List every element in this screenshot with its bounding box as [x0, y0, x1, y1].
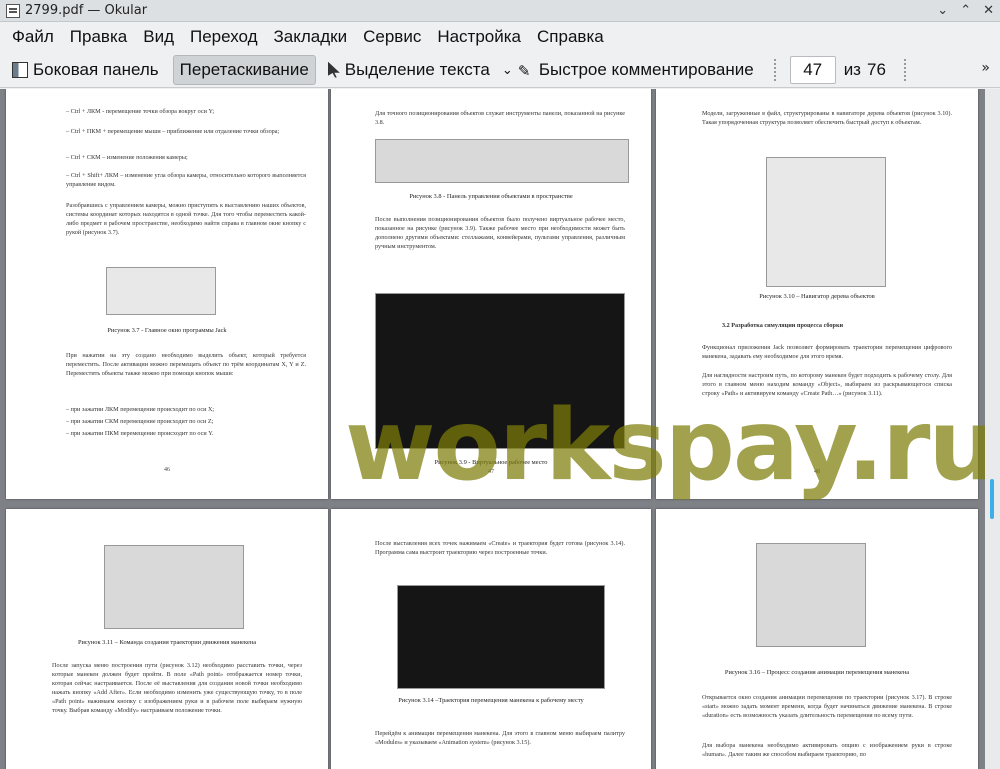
page-text: – Ctrl + ЛКМ - перемещение точки обзора … — [66, 108, 215, 115]
pdf-page-51: Рисунок 3.16 – Процесс создания анимации… — [656, 509, 978, 769]
pdf-page-50: После выставления всех точек нажимаем «C… — [331, 509, 651, 769]
figure-mannequin-path — [397, 585, 605, 689]
page-text: Для наглядности настроим путь, по которо… — [702, 372, 952, 397]
figure-caption: Рисунок 3.10 – Навигатор дерева объектов — [759, 293, 875, 300]
figure-caption: Рисунок 3.11 – Команда создания траектор… — [77, 639, 257, 646]
page-text: – при зажатии СКМ перемещение происходит… — [66, 418, 214, 425]
section-heading: 3.2 Разработка симуляции процесса сборки — [722, 322, 844, 329]
page-total-label: 76 — [866, 59, 886, 79]
figure-caption: Рисунок 3.16 – Процесс создания анимации… — [724, 669, 910, 676]
maximize-button[interactable]: ⌃ — [960, 3, 971, 18]
window-title: 2799.pdf — Okular — [25, 3, 148, 18]
figure-virtual-workplace — [375, 293, 625, 449]
page-text: Разобравшись с управлением камеры, можно… — [66, 202, 306, 236]
menu-edit[interactable]: Правка — [62, 27, 135, 47]
sidebar-toggle-button[interactable]: Боковая панель — [6, 55, 165, 85]
page-text: Модели, загруженные в файл, структуриров… — [702, 110, 952, 126]
figure-object-tree — [766, 157, 886, 287]
main-toolbar: Боковая панель Перетаскивание Выделение … — [0, 52, 1000, 88]
menu-bar: Файл Правка Вид Переход Закладки Сервис … — [0, 22, 1000, 52]
toolbar-overflow-button[interactable]: » — [981, 60, 990, 76]
page-text: – Ctrl + СКМ – изменение положения камер… — [66, 154, 188, 161]
page-number: 48 — [814, 469, 820, 475]
figure-control-panel — [375, 139, 629, 183]
browse-tool-label: Перетаскивание — [179, 59, 309, 79]
figure-create-path-menu — [104, 545, 244, 629]
pdf-page-47: Для точного позиционирования объектов сл… — [331, 89, 651, 499]
quick-annotate-label: Быстрое комментирование — [538, 59, 754, 79]
close-button[interactable]: ✕ — [983, 3, 994, 18]
page-text: – при зажатии ЛКМ перемещение происходит… — [66, 406, 215, 413]
figure-caption: Рисунок 3.7 - Главное окно программы Jac… — [107, 327, 227, 334]
text-select-tool-label: Выделение текста — [344, 59, 490, 79]
menu-bookmarks[interactable]: Закладки — [266, 27, 356, 47]
figure-main-window — [106, 267, 216, 315]
cursor-icon — [327, 61, 340, 78]
document-viewport[interactable]: – Ctrl + ЛКМ - перемещение точки обзора … — [0, 89, 985, 769]
page-text: После выставления всех точек нажимаем «C… — [375, 540, 625, 556]
figure-animation-window — [756, 543, 866, 647]
menu-go[interactable]: Переход — [182, 27, 266, 47]
vertical-scrollbar[interactable] — [985, 89, 1000, 769]
page-text: – Ctrl + Shift+ ЛКМ – изменение угла обз… — [66, 172, 306, 188]
toolbar-separator — [903, 58, 906, 81]
browse-tool-button[interactable]: Перетаскивание — [172, 54, 316, 85]
menu-help[interactable]: Справка — [529, 27, 612, 47]
text-select-tool-button[interactable]: Выделение текста — [322, 55, 496, 85]
page-text: Открывается окно создания анимации перем… — [702, 694, 952, 719]
page-text: После запуска меню построения пути (рису… — [52, 662, 302, 714]
toolbar-separator — [773, 58, 776, 81]
page-of-label: из — [843, 59, 861, 79]
page-text: – при зажатии ПКМ перемещение происходит… — [66, 430, 214, 437]
scrollbar-thumb[interactable] — [990, 479, 994, 519]
sidebar-toggle-label: Боковая панель — [33, 59, 159, 79]
figure-caption: Рисунок 3.8 - Панель управления объектам… — [409, 193, 573, 200]
quick-annotate-button[interactable]: ⌄ ✎ Быстрое комментирование — [496, 55, 760, 85]
page-text: Для точного позиционирования объектов сл… — [375, 110, 625, 126]
figure-caption: Рисунок 3.9 - Виртуальное рабочее место — [434, 459, 548, 466]
page-text: После выполнения позиционирования объект… — [375, 216, 625, 250]
pdf-page-49: Рисунок 3.11 – Команда создания траектор… — [6, 509, 328, 769]
page-text: Для выбора манекена необходимо активиров… — [702, 742, 952, 758]
menu-view[interactable]: Вид — [135, 27, 182, 47]
minimize-button[interactable]: ⌄ — [937, 3, 948, 18]
page-number: 46 — [164, 467, 170, 473]
okular-app-icon — [6, 3, 20, 18]
page-text: При нажатии на эту создано необходимо вы… — [66, 352, 306, 377]
sidebar-icon — [12, 61, 28, 78]
pdf-page-48: Модели, загруженные в файл, структуриров… — [656, 89, 978, 499]
title-bar: 2799.pdf — Okular ⌄ ⌃ ✕ — [0, 0, 1000, 22]
page-number: 47 — [488, 469, 494, 475]
menu-tools[interactable]: Сервис — [355, 27, 429, 47]
chevron-down-icon: ⌄ — [501, 61, 513, 77]
page-text: – Ctrl + ПКМ + перемещение мыши – прибли… — [66, 128, 280, 135]
menu-settings[interactable]: Настройка — [429, 27, 529, 47]
menu-file[interactable]: Файл — [4, 27, 62, 47]
pdf-page-46: – Ctrl + ЛКМ - перемещение точки обзора … — [6, 89, 328, 499]
page-text: Функционал приложения Jack позволяет фор… — [702, 344, 952, 360]
figure-caption: Рисунок 3.14 –Траектория перемещения ман… — [398, 697, 584, 704]
pen-icon: ✎ — [517, 62, 531, 80]
page-text: Перейдём к анимации перемещения манекена… — [375, 730, 625, 746]
window-controls: ⌄ ⌃ ✕ — [937, 3, 994, 18]
page-number-input[interactable]: 47 — [789, 55, 836, 84]
